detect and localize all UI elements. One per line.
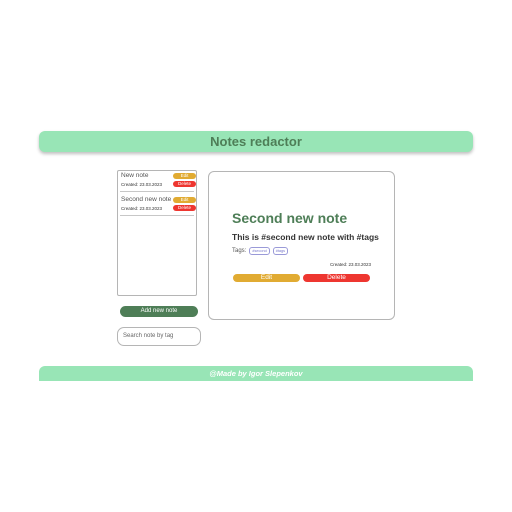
app-title: Notes redactor — [210, 134, 302, 149]
note-created-date: Created: 23.03.2023 — [121, 206, 163, 211]
note-detail-panel: Second new note This is #second new note… — [208, 171, 395, 320]
app-header: Notes redactor — [39, 131, 473, 152]
note-created-date: Created: 23.03.2023 — [121, 182, 163, 187]
footer-credit: @Made by Igor Slepenkov — [209, 369, 303, 378]
edit-note-button[interactable]: Edit — [173, 173, 196, 179]
tags-row: Tags: #second #tags — [232, 247, 291, 255]
note-detail-created-date: Created: 23.03.2023 — [329, 262, 371, 267]
app-footer: @Made by Igor Slepenkov — [39, 366, 473, 381]
search-tag-input[interactable]: Search note by tag — [117, 327, 201, 346]
edit-button[interactable]: Edit — [233, 274, 300, 282]
edit-note-button[interactable]: Edit — [173, 197, 196, 203]
note-title[interactable]: Second new note — [121, 196, 171, 203]
list-item[interactable]: Second new note Created: 23.03.2023 Edit… — [120, 195, 196, 216]
note-detail-title: Second new note — [232, 210, 348, 226]
add-note-button[interactable]: Add new note — [120, 306, 198, 317]
tags-label: Tags: — [232, 248, 247, 254]
delete-note-button[interactable]: Delete — [173, 205, 196, 211]
note-detail-body: This is #second new note with #tags — [232, 232, 379, 242]
tag-chip[interactable]: #second — [249, 247, 270, 255]
notes-list: New note Created: 23.03.2023 Edit Delete… — [117, 170, 197, 296]
delete-note-button[interactable]: Delete — [173, 181, 196, 187]
list-item[interactable]: New note Created: 23.03.2023 Edit Delete — [120, 171, 196, 192]
tag-chip[interactable]: #tags — [272, 247, 288, 255]
note-title[interactable]: New note — [121, 172, 148, 179]
delete-button[interactable]: Delete — [303, 274, 370, 282]
